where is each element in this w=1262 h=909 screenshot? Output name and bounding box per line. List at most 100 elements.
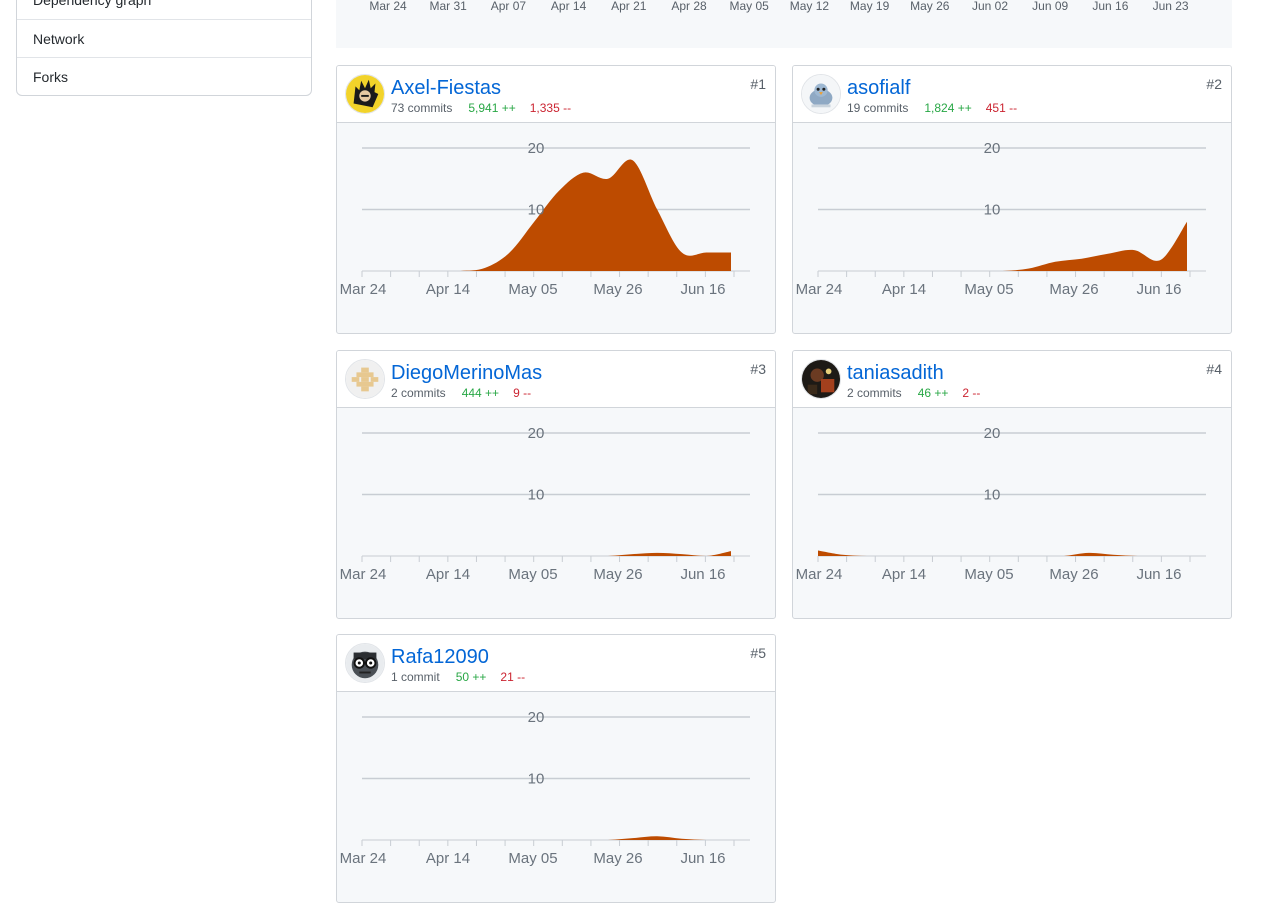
timeline-tick-label: May 05 <box>729 0 769 13</box>
contributor-login-link[interactable]: asofialf <box>847 77 910 100</box>
x-tick-label: May 26 <box>593 566 642 583</box>
area-chart-svg: 10 20 Mar 24 Apr 14 May 05 May 26 Jun 16 <box>796 425 1206 583</box>
contributor-card: Rafa12090 1 commit 50 ++ 21 -- #5 10 20 Mar … <box>336 634 776 903</box>
x-tick-label: Jun 16 <box>680 281 725 298</box>
timeline-tick-label: Mar 31 <box>429 0 467 13</box>
contributor-rank: #3 <box>750 361 766 377</box>
timeline-tick-label: Jun 16 <box>1092 0 1129 13</box>
x-tick-label: May 26 <box>593 850 642 867</box>
deletions-count: 21 -- <box>500 670 526 684</box>
timeline-tick-label: May 26 <box>910 0 950 13</box>
area-chart-svg: 10 20 Mar 24 Apr 14 May 05 May 26 Jun 16 <box>340 709 750 867</box>
y-tick-label: 20 <box>528 709 545 726</box>
contributor-card-header: Rafa12090 1 commit 50 ++ 21 -- #5 <box>337 635 775 692</box>
additions-count: 444 ++ <box>461 386 500 400</box>
photo-avatar-icon[interactable] <box>801 359 841 399</box>
x-tick-label: Mar 24 <box>340 281 387 298</box>
contributor-card: DiegoMerinoMas 2 commits 444 ++ 9 -- #3 10… <box>336 350 776 619</box>
timeline-tick-label: Apr 07 <box>490 0 527 13</box>
contributor-stats: 73 commits 5,941 ++ 1,335 -- <box>391 101 571 115</box>
timeline-tick-label: May 19 <box>849 0 890 13</box>
x-tick-label: May 26 <box>1049 566 1098 583</box>
x-tick-label: Mar 24 <box>796 281 843 298</box>
contributor-login-link[interactable]: Axel-Fiestas <box>391 77 501 100</box>
contribution-area-chart: 10 20 Mar 24 Apr 14 May 05 May 26 Jun 16 <box>793 408 1231 618</box>
x-tick-label: May 26 <box>1049 281 1098 298</box>
timeline-tick-label: Apr 14 <box>550 0 587 13</box>
x-tick-label: Mar 24 <box>340 850 387 867</box>
contribution-area-chart: 10 20 Mar 24 Apr 14 May 05 May 26 Jun 16 <box>337 408 775 618</box>
x-tick-label: Mar 24 <box>796 566 843 583</box>
x-tick-label: May 05 <box>508 281 557 298</box>
y-tick-label: 10 <box>528 202 545 219</box>
contributor-card-header: asofialf 19 commits 1,824 ++ 451 -- #2 <box>793 66 1231 123</box>
x-tick-label: Apr 14 <box>426 850 470 867</box>
deletions-count: 9 -- <box>513 386 532 400</box>
timeline-tick-label: May 12 <box>789 0 830 13</box>
y-tick-label: 20 <box>984 140 1001 157</box>
timeline-tick-label: Jun 02 <box>971 0 1009 13</box>
x-tick-label: Apr 14 <box>882 281 926 298</box>
x-tick-label: May 05 <box>964 281 1013 298</box>
timeline-tick-label: Mar 24 <box>369 0 407 13</box>
additions-count: 50 ++ <box>455 670 487 684</box>
area-chart-svg: 10 20 Mar 24 Apr 14 May 05 May 26 Jun 16 <box>340 140 750 298</box>
contributor-stats: 2 commits 46 ++ 2 -- <box>847 386 980 400</box>
x-tick-label: May 05 <box>508 566 557 583</box>
area-chart-svg: 10 20 Mar 24 Apr 14 May 05 May 26 Jun 16 <box>340 425 750 583</box>
contributor-rank: #2 <box>1206 76 1222 92</box>
timeline-tick-label: Jun 23 <box>1152 0 1189 13</box>
bird-avatar-icon[interactable] <box>801 74 841 114</box>
sidebar-item-network[interactable]: Network <box>17 19 311 57</box>
area-chart-svg: 10 20 Mar 24 Apr 14 May 05 May 26 Jun 16 <box>796 140 1206 298</box>
identicon-avatar-icon[interactable] <box>345 359 385 399</box>
x-tick-label: Jun 16 <box>680 566 725 583</box>
contributor-rank: #1 <box>750 76 766 92</box>
commit-count-link[interactable]: 2 commits <box>847 386 902 400</box>
y-tick-label: 10 <box>528 487 545 504</box>
contributor-rank: #5 <box>750 645 766 661</box>
contributor-card-header: DiegoMerinoMas 2 commits 444 ++ 9 -- #3 <box>337 351 775 408</box>
contributor-card: taniasadith 2 commits 46 ++ 2 -- #4 10 20 Ma… <box>792 350 1232 619</box>
x-tick-label: Jun 16 <box>1136 281 1181 298</box>
y-tick-label: 10 <box>984 487 1001 504</box>
commit-count-link[interactable]: 2 commits <box>391 386 446 400</box>
additions-count: 5,941 ++ <box>468 101 516 115</box>
contributor-card-header: Axel-Fiestas 73 commits 5,941 ++ 1,335 -- … <box>337 66 775 123</box>
contributor-stats: 1 commit 50 ++ 21 -- <box>391 670 525 684</box>
contribution-area-chart: 10 20 Mar 24 Apr 14 May 05 May 26 Jun 16 <box>337 123 775 333</box>
glasses-avatar-icon[interactable] <box>345 643 385 683</box>
contributor-stats: 19 commits 1,824 ++ 451 -- <box>847 101 1017 115</box>
x-tick-label: Mar 24 <box>340 566 387 583</box>
y-tick-label: 10 <box>984 202 1001 219</box>
contributor-login-link[interactable]: taniasadith <box>847 362 944 385</box>
sidebar-item-dependency-graph[interactable]: Dependency graph <box>17 0 311 19</box>
commit-count-link[interactable]: 73 commits <box>391 101 452 115</box>
commit-count-link[interactable]: 19 commits <box>847 101 908 115</box>
contribution-area <box>818 550 1187 556</box>
commit-count-link[interactable]: 1 commit <box>391 670 440 684</box>
y-tick-label: 20 <box>528 425 545 442</box>
y-tick-label: 20 <box>528 140 545 157</box>
sidebar-item-forks[interactable]: Forks <box>17 57 311 95</box>
y-tick-label: 20 <box>984 425 1001 442</box>
x-tick-label: May 05 <box>508 850 557 867</box>
contributor-stats: 2 commits 444 ++ 9 -- <box>391 386 531 400</box>
timeline-strip[interactable]: Mar 24 Mar 31 Apr 07 Apr 14 Apr 21 Apr 28 May … <box>336 0 1232 48</box>
repo-insights-sidebar: Dependency graph Network Forks <box>16 0 312 96</box>
deletions-count: 2 -- <box>962 386 981 400</box>
y-tick-label: 10 <box>528 771 545 788</box>
contribution-area <box>362 836 731 840</box>
contribution-area <box>362 551 731 556</box>
additions-count: 46 ++ <box>917 386 949 400</box>
x-tick-label: May 05 <box>964 566 1013 583</box>
x-tick-label: Apr 14 <box>426 566 470 583</box>
timeline-tick-label: Jun 09 <box>1032 0 1069 13</box>
contributor-login-link[interactable]: Rafa12090 <box>391 646 489 669</box>
x-tick-label: Apr 14 <box>882 566 926 583</box>
contribution-area-chart: 10 20 Mar 24 Apr 14 May 05 May 26 Jun 16 <box>793 123 1231 333</box>
spiky-hair-avatar-icon[interactable] <box>345 74 385 114</box>
timeline-tick-label: Apr 21 <box>611 0 647 13</box>
contribution-area-chart: 10 20 Mar 24 Apr 14 May 05 May 26 Jun 16 <box>337 692 775 902</box>
contributor-login-link[interactable]: DiegoMerinoMas <box>391 362 542 385</box>
